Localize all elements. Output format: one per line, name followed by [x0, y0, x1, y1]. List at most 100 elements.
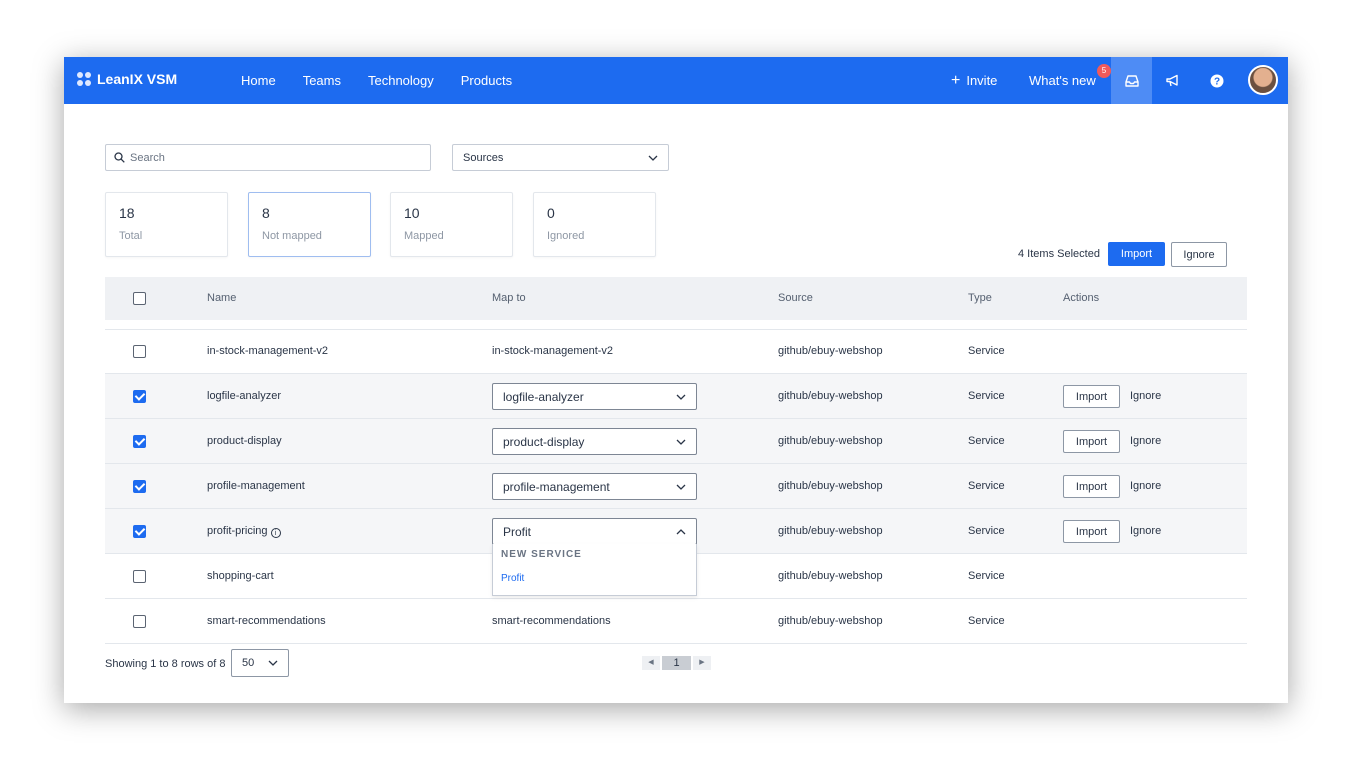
- brand-logo[interactable]: LeanIX VSM: [77, 71, 177, 87]
- row-map-to: in-stock-management-v2: [492, 345, 614, 357]
- bulk-import-button[interactable]: Import: [1108, 242, 1165, 266]
- row-ignore-link[interactable]: Ignore: [1130, 525, 1161, 537]
- sources-label: Sources: [463, 151, 504, 164]
- row-type: Service: [968, 390, 1005, 402]
- brand-name: LeanIX VSM: [97, 71, 178, 87]
- row-checkbox[interactable]: [133, 435, 146, 448]
- map-to-value: logfile-analyzer: [503, 389, 584, 404]
- stat-total[interactable]: 18 Total: [105, 192, 228, 257]
- sources-dropdown[interactable]: Sources: [452, 144, 669, 171]
- stat-label: Not mapped: [262, 230, 322, 242]
- row-source: github/ebuy-webshop: [778, 570, 883, 582]
- help-button[interactable]: ?: [1196, 57, 1237, 104]
- selection-count: 4 Items Selected: [1018, 248, 1100, 260]
- stat-label: Ignored: [547, 230, 585, 242]
- row-name: in-stock-management-v2: [207, 345, 329, 357]
- prev-page-icon[interactable]: ◀: [642, 656, 660, 670]
- row-type: Service: [968, 435, 1005, 447]
- nav-technology[interactable]: Technology: [368, 73, 434, 88]
- row-checkbox[interactable]: [133, 525, 146, 538]
- invite-button[interactable]: + Invite: [951, 72, 998, 89]
- chevron-down-icon: [676, 484, 686, 490]
- whats-new-link[interactable]: What's new: [1029, 73, 1096, 88]
- nav-home[interactable]: Home: [241, 73, 276, 88]
- app-window: LeanIX VSM Home Teams Technology Product…: [64, 57, 1288, 703]
- row-type: Service: [968, 480, 1005, 492]
- row-type: Service: [968, 615, 1005, 627]
- map-to-dropdown[interactable]: profile-management: [492, 473, 697, 500]
- map-to-combobox[interactable]: Profit: [492, 518, 697, 545]
- chevron-down-icon: [648, 155, 658, 161]
- row-import-button[interactable]: Import: [1063, 430, 1120, 453]
- row-name: logfile-analyzer: [207, 390, 281, 402]
- stat-value: 0: [547, 205, 555, 221]
- top-navigation-bar: LeanIX VSM Home Teams Technology Product…: [64, 57, 1288, 104]
- row-checkbox[interactable]: [133, 390, 146, 403]
- inbox-icon: [1124, 74, 1139, 87]
- nav-teams[interactable]: Teams: [303, 73, 341, 88]
- whats-new-badge: 5: [1097, 64, 1111, 78]
- map-to-dropdown[interactable]: logfile-analyzer: [492, 383, 697, 410]
- row-source: github/ebuy-webshop: [778, 435, 883, 447]
- column-source[interactable]: Source: [778, 292, 813, 304]
- map-to-value: profile-management: [503, 479, 610, 494]
- search-input[interactable]: [130, 151, 420, 164]
- search-icon: [114, 152, 125, 163]
- stat-mapped[interactable]: 10 Mapped: [390, 192, 513, 257]
- bulk-ignore-button[interactable]: Ignore: [1171, 242, 1227, 267]
- row-checkbox[interactable]: [133, 570, 146, 583]
- stat-not-mapped[interactable]: 8 Not mapped: [248, 192, 371, 257]
- table-row: product-display product-display github/e…: [105, 419, 1247, 464]
- row-checkbox[interactable]: [133, 615, 146, 628]
- row-source: github/ebuy-webshop: [778, 345, 883, 357]
- row-name: smart-recommendations: [207, 615, 326, 627]
- row-ignore-link[interactable]: Ignore: [1130, 390, 1161, 402]
- nav-products[interactable]: Products: [461, 73, 512, 88]
- row-map-to: smart-recommendations: [492, 615, 611, 627]
- map-to-value: product-display: [503, 434, 585, 449]
- table-row: profile-management profile-management gi…: [105, 464, 1247, 509]
- row-ignore-link[interactable]: Ignore: [1130, 480, 1161, 492]
- row-checkbox[interactable]: [133, 345, 146, 358]
- row-name: shopping-cart: [207, 570, 274, 582]
- chevron-down-icon: [676, 439, 686, 445]
- inbox-button[interactable]: [1111, 57, 1152, 104]
- row-source: github/ebuy-webshop: [778, 390, 883, 402]
- pager: ◀ 1 ▶: [642, 656, 711, 670]
- select-all-checkbox[interactable]: [133, 292, 146, 305]
- row-ignore-link[interactable]: Ignore: [1130, 435, 1161, 447]
- row-checkbox[interactable]: [133, 480, 146, 493]
- row-import-button[interactable]: Import: [1063, 520, 1120, 543]
- row-type: Service: [968, 570, 1005, 582]
- column-actions: Actions: [1063, 292, 1100, 304]
- plus-icon: +: [951, 72, 961, 89]
- column-name[interactable]: Name: [207, 292, 236, 304]
- column-type[interactable]: Type: [968, 292, 992, 304]
- invite-label: Invite: [966, 73, 998, 88]
- pagination-summary: Showing 1 to 8 rows of 8: [105, 658, 226, 670]
- map-to-input-value[interactable]: Profit: [503, 525, 531, 539]
- stat-value: 10: [404, 205, 420, 221]
- column-map-to[interactable]: Map to: [492, 292, 526, 304]
- suggestion-group-header: NEW SERVICE: [501, 549, 582, 560]
- stat-label: Total: [119, 230, 143, 242]
- page-size-select[interactable]: 50: [231, 649, 289, 677]
- chevron-down-icon: [268, 660, 278, 666]
- row-import-button[interactable]: Import: [1063, 475, 1120, 498]
- next-page-icon[interactable]: ▶: [693, 656, 711, 670]
- suggestion-option[interactable]: Profit: [501, 573, 524, 584]
- stat-value: 8: [262, 205, 270, 221]
- map-to-suggestions: NEW SERVICE Profit: [492, 544, 697, 596]
- stat-ignored[interactable]: 0 Ignored: [533, 192, 656, 257]
- row-name: profit-pricing: [207, 525, 268, 537]
- page-number[interactable]: 1: [662, 656, 691, 670]
- help-icon: ?: [1210, 74, 1223, 87]
- user-avatar[interactable]: [1248, 65, 1278, 95]
- search-field[interactable]: [105, 144, 431, 171]
- map-to-dropdown[interactable]: product-display: [492, 428, 697, 455]
- info-icon[interactable]: i: [270, 528, 281, 538]
- row-import-button[interactable]: Import: [1063, 385, 1120, 408]
- svg-text:?: ?: [1213, 76, 1219, 87]
- announcements-button[interactable]: [1152, 57, 1193, 104]
- logo-icon: [77, 71, 92, 87]
